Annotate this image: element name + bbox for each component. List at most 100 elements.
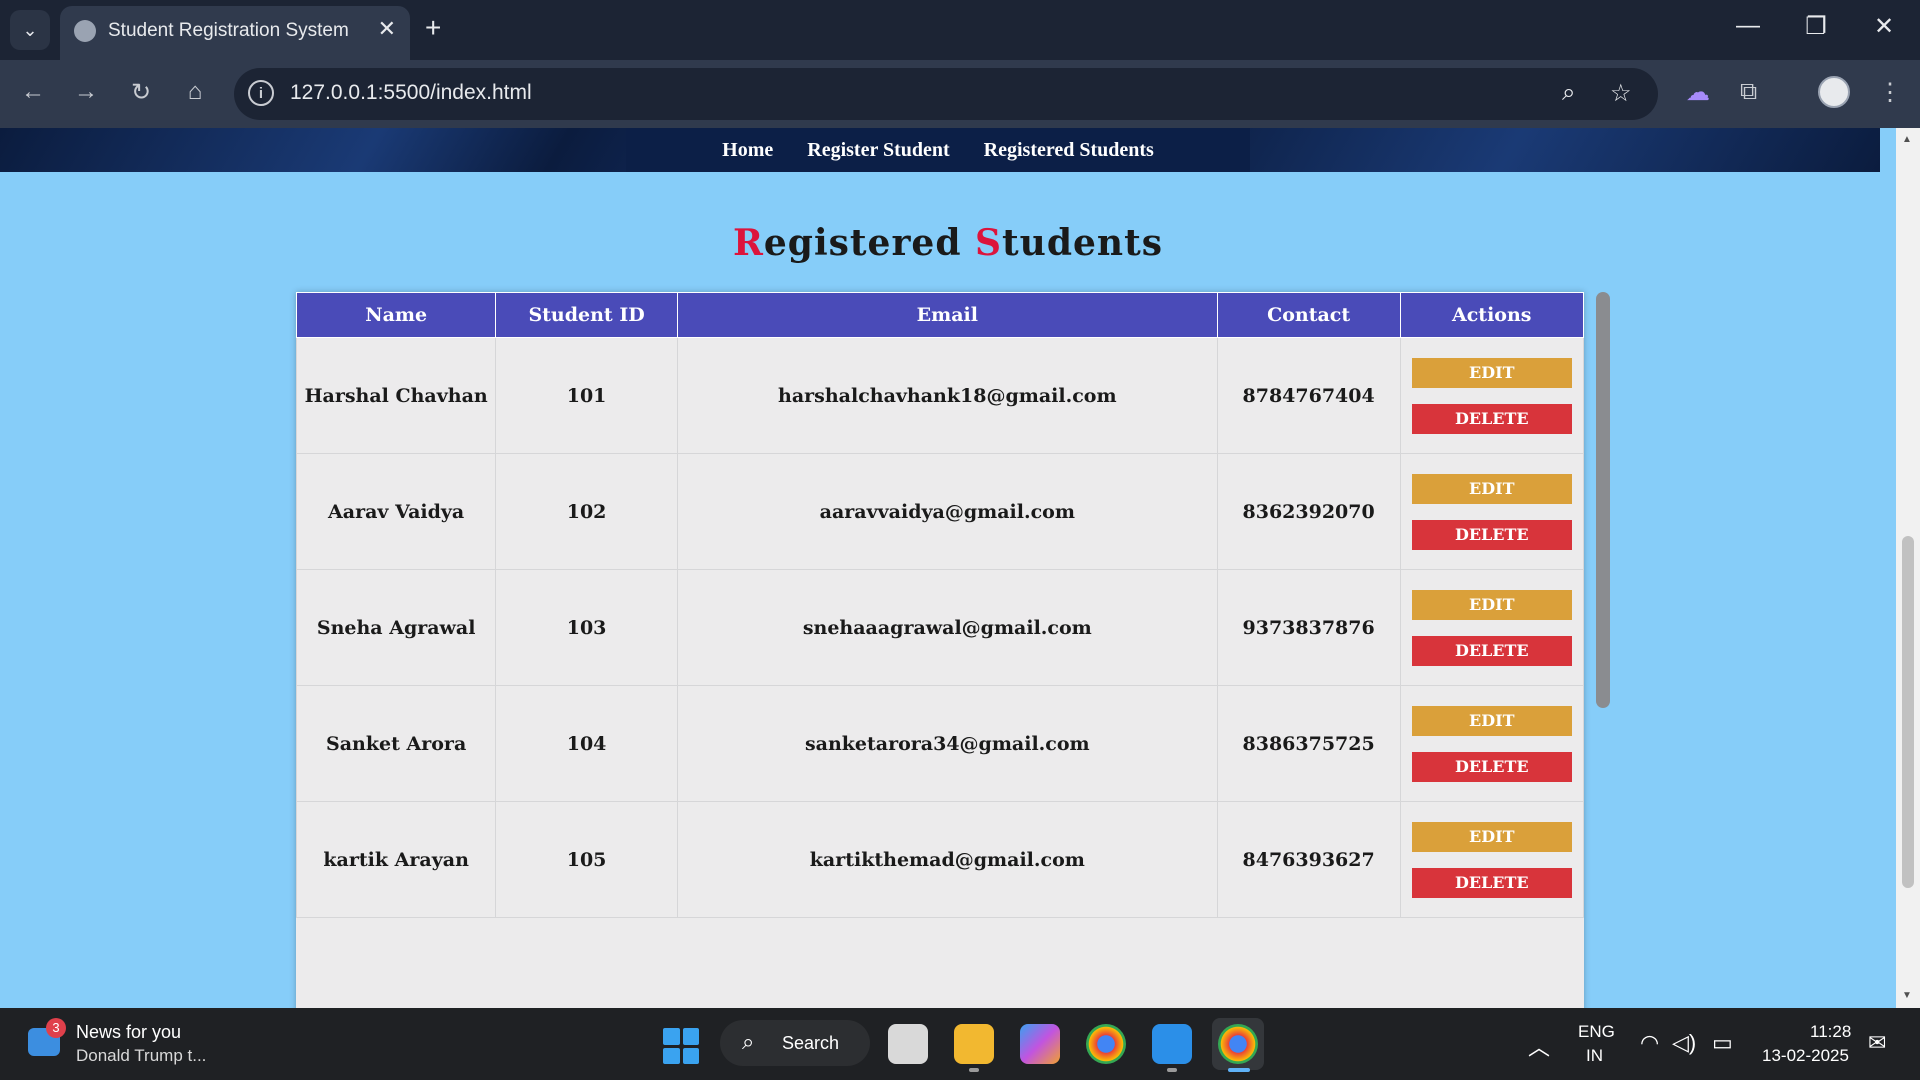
url-text[interactable]: 127.0.0.1:5500/index.html bbox=[290, 81, 532, 105]
heading-text: tudents bbox=[1002, 222, 1163, 264]
cell-student-id: 104 bbox=[495, 685, 678, 802]
chrome-icon[interactable] bbox=[1218, 1024, 1258, 1064]
cell-email: kartikthemad@gmail.com bbox=[676, 801, 1218, 918]
delete-button[interactable]: DELETE bbox=[1411, 867, 1572, 898]
delete-button[interactable]: DELETE bbox=[1411, 751, 1572, 782]
cell-student-id: 102 bbox=[495, 453, 678, 570]
column-header-contact: Contact bbox=[1216, 292, 1401, 338]
windows-taskbar: 3 News for you Donald Trump t... ⌕ Searc… bbox=[0, 1008, 1920, 1080]
scroll-up-arrow-icon[interactable]: ▲ bbox=[1902, 134, 1912, 145]
column-header-name: Name bbox=[296, 292, 497, 338]
delete-button[interactable]: DELETE bbox=[1411, 403, 1572, 434]
edit-button[interactable]: EDIT bbox=[1411, 357, 1572, 388]
cell-contact: 8476393627 bbox=[1216, 801, 1401, 918]
minimize-button[interactable]: — bbox=[1728, 12, 1768, 40]
battery-icon[interactable]: ▭ bbox=[1712, 1030, 1733, 1056]
app-running-indicator bbox=[969, 1068, 979, 1072]
nav-home-link[interactable]: Home bbox=[722, 139, 773, 162]
search-label: Search bbox=[782, 1033, 840, 1053]
extension-icon[interactable]: ☁ bbox=[1686, 78, 1710, 107]
taskbar-search[interactable]: ⌕ Search bbox=[720, 1020, 870, 1066]
close-window-button[interactable]: ✕ bbox=[1864, 12, 1904, 41]
chevron-up-icon[interactable]: ︿ bbox=[1528, 1030, 1550, 1062]
cell-student-id: 105 bbox=[495, 801, 678, 918]
new-tab-button[interactable]: + bbox=[425, 12, 441, 44]
windows-start-icon[interactable] bbox=[663, 1028, 699, 1064]
cell-actions: EDIT DELETE bbox=[1399, 453, 1584, 570]
column-header-email: Email bbox=[676, 292, 1218, 338]
news-title: News for you bbox=[76, 1022, 182, 1042]
table-row: Aarav Vaidya 102 aaravvaidya@gmail.com 8… bbox=[296, 453, 1584, 570]
cell-contact: 8784767404 bbox=[1216, 337, 1401, 454]
site-info-icon[interactable]: i bbox=[248, 80, 274, 106]
copilot-icon[interactable] bbox=[1020, 1024, 1060, 1064]
edit-button[interactable]: EDIT bbox=[1411, 473, 1572, 504]
page-title: Registered Students bbox=[0, 222, 1896, 264]
nav-register-student-link[interactable]: Register Student bbox=[807, 139, 949, 162]
table-header-row: Name Student ID Email Contact Actions bbox=[296, 292, 1584, 338]
edit-button[interactable]: EDIT bbox=[1411, 705, 1572, 736]
cell-email: sanketarora34@gmail.com bbox=[676, 685, 1218, 802]
tab-title: Student Registration System bbox=[108, 20, 349, 41]
task-view-icon[interactable] bbox=[888, 1024, 928, 1064]
file-explorer-icon[interactable] bbox=[954, 1024, 994, 1064]
forward-icon[interactable]: → bbox=[70, 78, 102, 106]
close-tab-icon[interactable]: ✕ bbox=[378, 16, 396, 42]
edit-button[interactable]: EDIT bbox=[1411, 821, 1572, 852]
cell-name: Sneha Agrawal bbox=[296, 569, 497, 686]
address-bar[interactable]: i 127.0.0.1:5500/index.html ⌕ ☆ bbox=[234, 68, 1658, 120]
active-tab[interactable]: Student Registration System ✕ bbox=[60, 6, 410, 60]
students-table: Name Student ID Email Contact Actions Ha… bbox=[296, 292, 1584, 918]
volume-icon[interactable]: ◁) bbox=[1672, 1030, 1696, 1056]
news-headline: Donald Trump t... bbox=[76, 1046, 207, 1065]
zoom-icon[interactable]: ⌕ bbox=[1562, 79, 1575, 107]
cell-actions: EDIT DELETE bbox=[1399, 685, 1584, 802]
profile-avatar[interactable] bbox=[1818, 76, 1850, 108]
cell-email: aaravvaidya@gmail.com bbox=[676, 453, 1218, 570]
nav-registered-students-link[interactable]: Registered Students bbox=[984, 139, 1154, 162]
tab-search-button[interactable]: ⌄ bbox=[10, 10, 50, 50]
browser-tab-bar: ⌄ Student Registration System ✕ + — ❐ ✕ bbox=[0, 0, 1920, 60]
bookmark-star-icon[interactable]: ☆ bbox=[1610, 79, 1632, 108]
region-indicator[interactable]: IN bbox=[1586, 1046, 1603, 1066]
clock-time[interactable]: 11:28 bbox=[1810, 1022, 1851, 1042]
active-app-indicator bbox=[1228, 1068, 1250, 1072]
heading-text: egistered bbox=[763, 222, 976, 264]
cell-contact: 9373837876 bbox=[1216, 569, 1401, 686]
cell-actions: EDIT DELETE bbox=[1399, 569, 1584, 686]
heading-accent-letter: R bbox=[732, 222, 764, 264]
reload-icon[interactable]: ↻ bbox=[125, 78, 157, 107]
app-running-indicator bbox=[1167, 1068, 1177, 1072]
page-scrollbar-thumb[interactable] bbox=[1902, 536, 1914, 888]
table-row: Harshal Chavhan 101 harshalchavhank18@gm… bbox=[296, 337, 1584, 454]
scroll-down-arrow-icon[interactable]: ▼ bbox=[1902, 990, 1912, 1001]
students-table-container[interactable]: Name Student ID Email Contact Actions Ha… bbox=[296, 292, 1584, 1008]
home-icon[interactable]: ⌂ bbox=[179, 78, 211, 106]
notification-icon[interactable]: ✉ bbox=[1868, 1030, 1886, 1056]
vscode-icon[interactable] bbox=[1152, 1024, 1192, 1064]
table-row: kartik Arayan 105 kartikthemad@gmail.com… bbox=[296, 801, 1584, 918]
site-nav: Home Register Student Registered Student… bbox=[626, 128, 1250, 172]
extensions-puzzle-icon[interactable]: ⧉ bbox=[1740, 78, 1757, 106]
delete-button[interactable]: DELETE bbox=[1411, 635, 1572, 666]
table-row: Sneha Agrawal 103 snehaaagrawal@gmail.co… bbox=[296, 569, 1584, 686]
chrome-icon[interactable] bbox=[1086, 1024, 1126, 1064]
table-scrollbar-thumb[interactable] bbox=[1596, 292, 1610, 708]
cell-contact: 8362392070 bbox=[1216, 453, 1401, 570]
table-row: Sanket Arora 104 sanketarora34@gmail.com… bbox=[296, 685, 1584, 802]
clock-date[interactable]: 13-02-2025 bbox=[1762, 1046, 1849, 1066]
menu-kebab-icon[interactable]: ⋮ bbox=[1878, 78, 1902, 107]
language-indicator[interactable]: ENG bbox=[1578, 1022, 1615, 1042]
page-scrollbar[interactable]: ▲ ▼ bbox=[1896, 128, 1920, 1008]
cell-student-id: 103 bbox=[495, 569, 678, 686]
cell-student-id: 101 bbox=[495, 337, 678, 454]
cell-contact: 8386375725 bbox=[1216, 685, 1401, 802]
edit-button[interactable]: EDIT bbox=[1411, 589, 1572, 620]
back-icon[interactable]: ← bbox=[17, 78, 49, 106]
site-header: Home Register Student Registered Student… bbox=[0, 128, 1880, 172]
wifi-icon[interactable]: ◠ bbox=[1640, 1030, 1659, 1056]
search-icon: ⌕ bbox=[742, 1029, 755, 1054]
delete-button[interactable]: DELETE bbox=[1411, 519, 1572, 550]
restore-button[interactable]: ❐ bbox=[1796, 12, 1836, 41]
cell-actions: EDIT DELETE bbox=[1399, 801, 1584, 918]
